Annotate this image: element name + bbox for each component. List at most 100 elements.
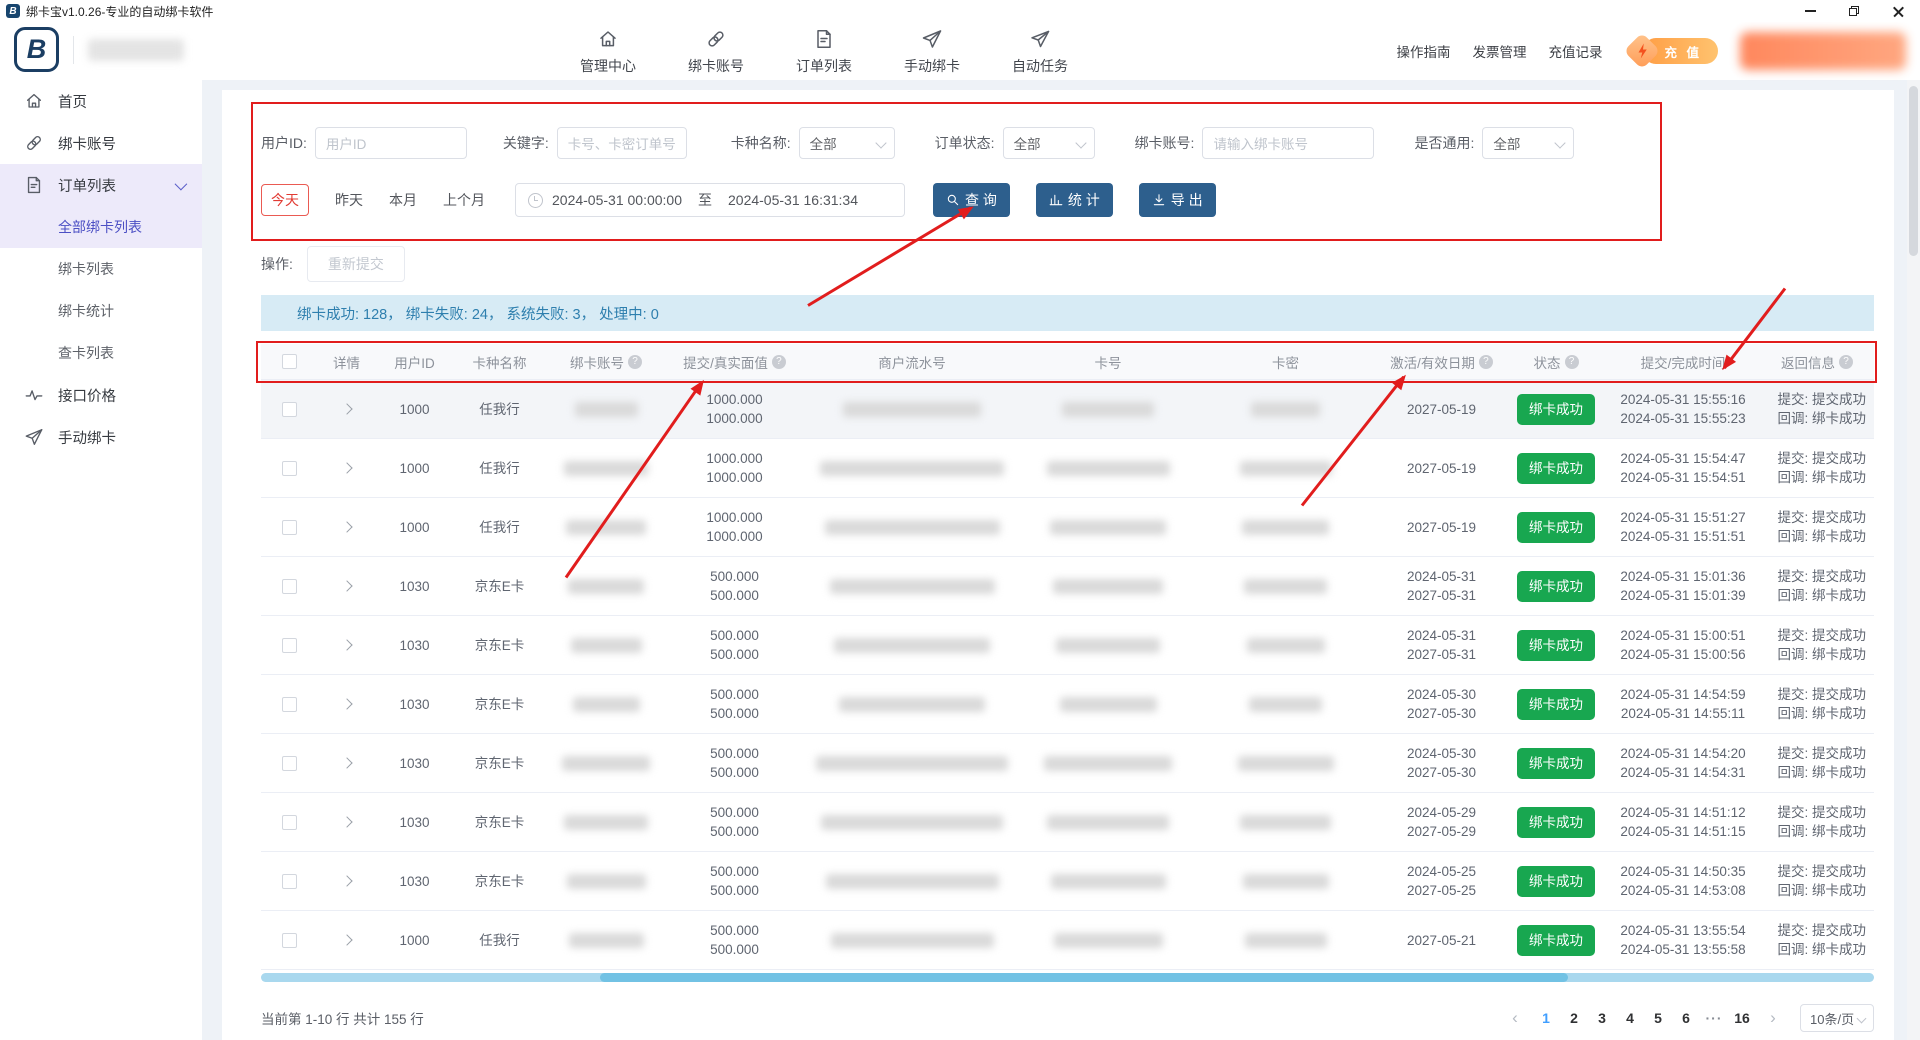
help-icon[interactable]: ?	[1479, 355, 1493, 369]
card-type-select[interactable]: 全部	[799, 127, 895, 159]
date-range-picker[interactable]: 2024-05-31 00:00:00 至 2024-05-31 16:31:3…	[515, 183, 905, 217]
next-page-button[interactable]: ›	[1760, 1004, 1786, 1032]
row-checkbox[interactable]	[282, 756, 297, 771]
bind-account-input[interactable]: 请输入绑卡账号	[1202, 127, 1374, 159]
restore-button[interactable]	[1832, 0, 1876, 22]
sidebar-subitem-bind-stats[interactable]: 绑卡统计	[0, 290, 202, 332]
link-recharge-records[interactable]: 充值记录	[1549, 41, 1603, 61]
page-button-4[interactable]: 4	[1616, 1004, 1644, 1032]
cell-card_no	[1022, 911, 1194, 969]
resubmit-button[interactable]: 重新提交	[307, 246, 405, 282]
sidebar-item-manual-bind[interactable]: 手动绑卡	[0, 416, 202, 458]
row-checkbox[interactable]	[282, 815, 297, 830]
row-checkbox[interactable]	[282, 874, 297, 889]
page-button-6[interactable]: 6	[1672, 1004, 1700, 1032]
status-badge[interactable]: 绑卡成功	[1517, 866, 1595, 897]
quick-yesterday-button[interactable]: 昨天	[335, 190, 363, 210]
column-label: 用户ID	[394, 352, 435, 372]
status-badge[interactable]: 绑卡成功	[1517, 630, 1595, 661]
sidebar-subitem-card-check-list[interactable]: 查卡列表	[0, 332, 202, 374]
topnav-item-bind-accounts[interactable]: 绑卡账号	[688, 28, 744, 76]
link-invoice-management[interactable]: 发票管理	[1473, 41, 1527, 61]
sidebar-item-bind-accounts[interactable]: 绑卡账号	[0, 122, 202, 164]
universal-select[interactable]: 全部	[1482, 127, 1574, 159]
order-status-select[interactable]: 全部	[1003, 127, 1095, 159]
status-badge[interactable]: 绑卡成功	[1517, 571, 1595, 602]
quick-this-month-button[interactable]: 本月	[389, 190, 417, 210]
help-icon[interactable]: ?	[1565, 355, 1579, 369]
cell-card_secret	[1194, 852, 1377, 910]
sidebar-item-api-price[interactable]: 接口价格	[0, 374, 202, 416]
status-badge[interactable]: 绑卡成功	[1517, 925, 1595, 956]
expand-row-icon[interactable]	[341, 757, 352, 768]
status-badge[interactable]: 绑卡成功	[1517, 512, 1595, 543]
user-id-input[interactable]: 用户ID	[315, 127, 467, 159]
status-badge[interactable]: 绑卡成功	[1517, 689, 1595, 720]
cell-select	[261, 793, 318, 851]
page-button-16[interactable]: 16	[1728, 1004, 1756, 1032]
page-button-5[interactable]: 5	[1644, 1004, 1672, 1032]
horizontal-scrollbar[interactable]	[261, 973, 1874, 982]
export-button[interactable]: 导 出	[1139, 183, 1216, 217]
prev-page-button[interactable]: ‹	[1502, 1004, 1528, 1032]
sidebar-subitem-bind-list[interactable]: 绑卡列表	[0, 248, 202, 290]
keyword-input[interactable]: 卡号、卡密订单号	[557, 127, 687, 159]
stats-button[interactable]: 统 计	[1036, 183, 1113, 217]
minimize-button[interactable]	[1788, 0, 1832, 22]
recharge-button[interactable]: 充 值	[1633, 38, 1718, 65]
row-checkbox[interactable]	[282, 697, 297, 712]
page-button-3[interactable]: 3	[1588, 1004, 1616, 1032]
help-icon[interactable]: ?	[1839, 355, 1853, 369]
row-checkbox[interactable]	[282, 579, 297, 594]
account-button-blurred[interactable]	[1740, 32, 1906, 70]
topnav-label: 订单列表	[796, 56, 852, 76]
topnav-item-admin-center[interactable]: 管理中心	[580, 28, 636, 76]
page-size-select[interactable]: 10条/页	[1800, 1004, 1874, 1032]
expand-row-icon[interactable]	[341, 698, 352, 709]
select-all-checkbox[interactable]	[282, 354, 297, 369]
link-operation-guide[interactable]: 操作指南	[1397, 41, 1451, 61]
card-type-value: 全部	[810, 133, 837, 153]
page-button-2[interactable]: 2	[1560, 1004, 1588, 1032]
quick-last-month-button[interactable]: 上个月	[443, 190, 485, 210]
help-icon[interactable]: ?	[628, 355, 642, 369]
topnav-item-order-list[interactable]: 订单列表	[796, 28, 852, 76]
page-button-1[interactable]: 1	[1532, 1004, 1560, 1032]
expand-row-icon[interactable]	[341, 816, 352, 827]
sidebar-item-home[interactable]: 首页	[0, 80, 202, 122]
topnav-item-auto-tasks[interactable]: 自动任务	[1012, 28, 1068, 76]
vertical-scrollbar[interactable]	[1907, 80, 1920, 1040]
help-icon[interactable]: ?	[772, 355, 786, 369]
vertical-scrollbar-thumb[interactable]	[1909, 86, 1918, 256]
table-row: 1030京东E卡500.000500.0002024-05-252027-05-…	[261, 852, 1874, 911]
sidebar-item-order-list[interactable]: 订单列表	[0, 164, 202, 206]
cell-merchant_no	[802, 616, 1022, 674]
expand-row-icon[interactable]	[341, 580, 352, 591]
expand-row-icon[interactable]	[341, 521, 352, 532]
expand-row-icon[interactable]	[341, 875, 352, 886]
close-button[interactable]	[1876, 0, 1920, 22]
column-header-user_id: 用户ID	[375, 344, 454, 379]
row-checkbox[interactable]	[282, 638, 297, 653]
status-badge[interactable]: 绑卡成功	[1517, 748, 1595, 779]
row-checkbox[interactable]	[282, 402, 297, 417]
expand-row-icon[interactable]	[341, 639, 352, 650]
status-badge[interactable]: 绑卡成功	[1517, 394, 1595, 425]
sidebar-subitem-all-bind-list[interactable]: 全部绑卡列表	[0, 206, 202, 248]
column-label: 激活/有效日期	[1390, 352, 1475, 372]
query-button[interactable]: 查 询	[933, 183, 1010, 217]
expand-row-icon[interactable]	[341, 462, 352, 473]
row-checkbox[interactable]	[282, 520, 297, 535]
column-label: 卡种名称	[473, 352, 527, 372]
status-badge[interactable]: 绑卡成功	[1517, 807, 1595, 838]
row-checkbox[interactable]	[282, 461, 297, 476]
quick-today-button[interactable]: 今天	[261, 184, 309, 216]
status-badge[interactable]: 绑卡成功	[1517, 453, 1595, 484]
horizontal-scrollbar-thumb[interactable]	[600, 973, 1568, 982]
cell-face_value: 1000.0001000.000	[667, 439, 802, 497]
cell-line: 2024-05-31 15:51:27	[1620, 508, 1745, 527]
expand-row-icon[interactable]	[341, 403, 352, 414]
row-checkbox[interactable]	[282, 933, 297, 948]
topnav-item-manual-bind[interactable]: 手动绑卡	[904, 28, 960, 76]
expand-row-icon[interactable]	[341, 934, 352, 945]
